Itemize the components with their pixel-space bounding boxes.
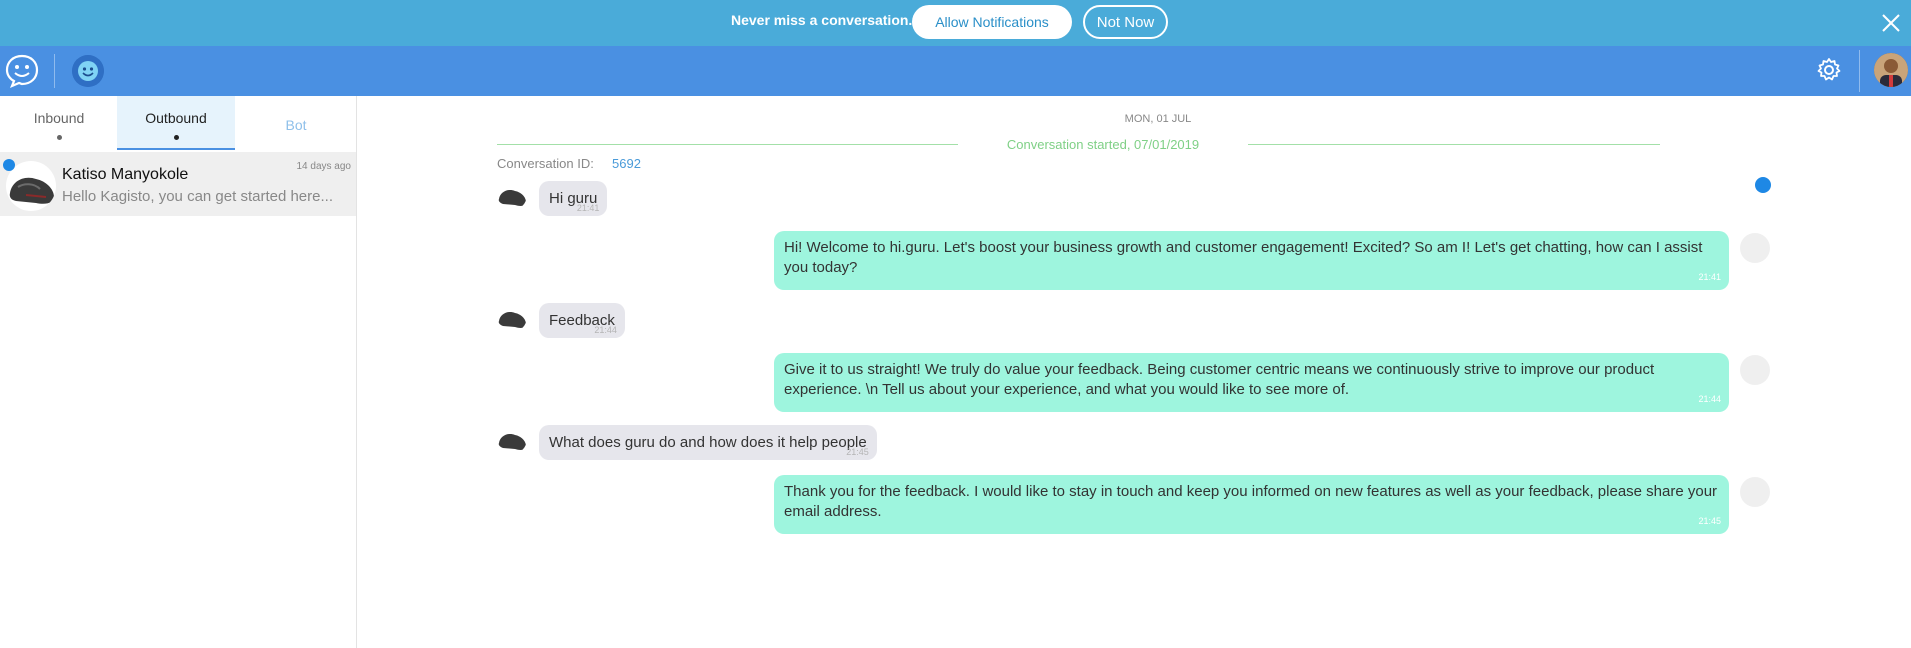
tab-indicator-dot: [173, 135, 179, 140]
tab-inbound[interactable]: Inbound: [0, 96, 118, 150]
outgoing-message: Give it to us straight! We truly do valu…: [774, 353, 1729, 412]
outgoing-message: Hi! Welcome to hi.guru. Let's boost your…: [774, 231, 1729, 290]
incoming-message: Feedback 21:44: [539, 303, 625, 338]
bot-avatar-icon[interactable]: [72, 55, 104, 87]
header-divider: [54, 54, 55, 88]
message-text: Thank you for the feedback. I would like…: [784, 483, 1718, 520]
agent-icon: [1740, 355, 1770, 385]
header-divider: [1859, 50, 1860, 92]
agent-icon: [1740, 477, 1770, 507]
tab-indicator-dot: [56, 135, 62, 140]
message-text: Give it to us straight! We truly do valu…: [784, 361, 1655, 398]
outgoing-message: Thank you for the feedback. I would like…: [774, 475, 1729, 534]
message-time: 21:44: [1698, 394, 1721, 404]
message-time: 21:45: [846, 447, 869, 457]
chat-pane: MON, 01 JUL Conversation started, 07/01/…: [358, 96, 1911, 648]
messenger-icon: [3, 159, 15, 171]
notification-banner: Never miss a conversation. Allow Notific…: [0, 0, 1911, 46]
conversation-sidebar: Inbound Outbound Bot Katiso Manyokole 14…: [0, 96, 357, 648]
messenger-icon: [1755, 177, 1771, 193]
app-header: [0, 46, 1911, 96]
conversation-id-value[interactable]: 5692: [612, 156, 641, 171]
close-icon[interactable]: [1880, 12, 1902, 34]
guru-logo-icon[interactable]: [4, 53, 40, 89]
not-now-button[interactable]: Not Now: [1083, 5, 1168, 39]
message-time: 21:41: [576, 203, 600, 213]
banner-text: Never miss a conversation.: [731, 12, 913, 28]
settings-gear-icon[interactable]: [1815, 56, 1843, 84]
contact-avatar: [497, 302, 527, 332]
message-text: Hi! Welcome to hi.guru. Let's boost your…: [784, 239, 1703, 276]
message-time: 21:44: [594, 325, 617, 335]
tab-bot[interactable]: Bot: [237, 96, 355, 150]
contact-avatar: [497, 424, 527, 454]
incoming-message: Hi guru 21:41: [539, 181, 608, 216]
contact-avatar: [497, 180, 527, 210]
conversation-started-label: Conversation started, 07/01/2019: [1006, 137, 1200, 152]
message-time: 21:45: [1698, 516, 1721, 526]
conversation-id-label: Conversation ID:: [497, 156, 594, 171]
allow-notifications-button[interactable]: Allow Notifications: [912, 5, 1072, 39]
tab-label: Bot: [285, 117, 307, 133]
tab-label: Outbound: [145, 110, 207, 126]
message-time: 21:41: [1698, 272, 1721, 282]
divider-line: [497, 144, 958, 145]
user-avatar[interactable]: [1874, 53, 1908, 87]
conversation-list-item[interactable]: Katiso Manyokole 14 days ago Hello Kagis…: [0, 152, 356, 216]
conversation-preview: Hello Kagisto, you can get started here.…: [62, 188, 333, 205]
divider-line: [1248, 144, 1660, 145]
conversation-time: 14 days ago: [296, 161, 352, 172]
agent-icon: [1740, 233, 1770, 263]
message-text: What does guru do and how does it help p…: [549, 434, 867, 451]
contact-name: Katiso Manyokole: [62, 166, 189, 183]
incoming-message: What does guru do and how does it help p…: [539, 425, 877, 460]
tab-outbound[interactable]: Outbound: [117, 96, 235, 150]
tab-label: Inbound: [33, 110, 85, 126]
day-separator: MON, 01 JUL: [1124, 113, 1192, 125]
